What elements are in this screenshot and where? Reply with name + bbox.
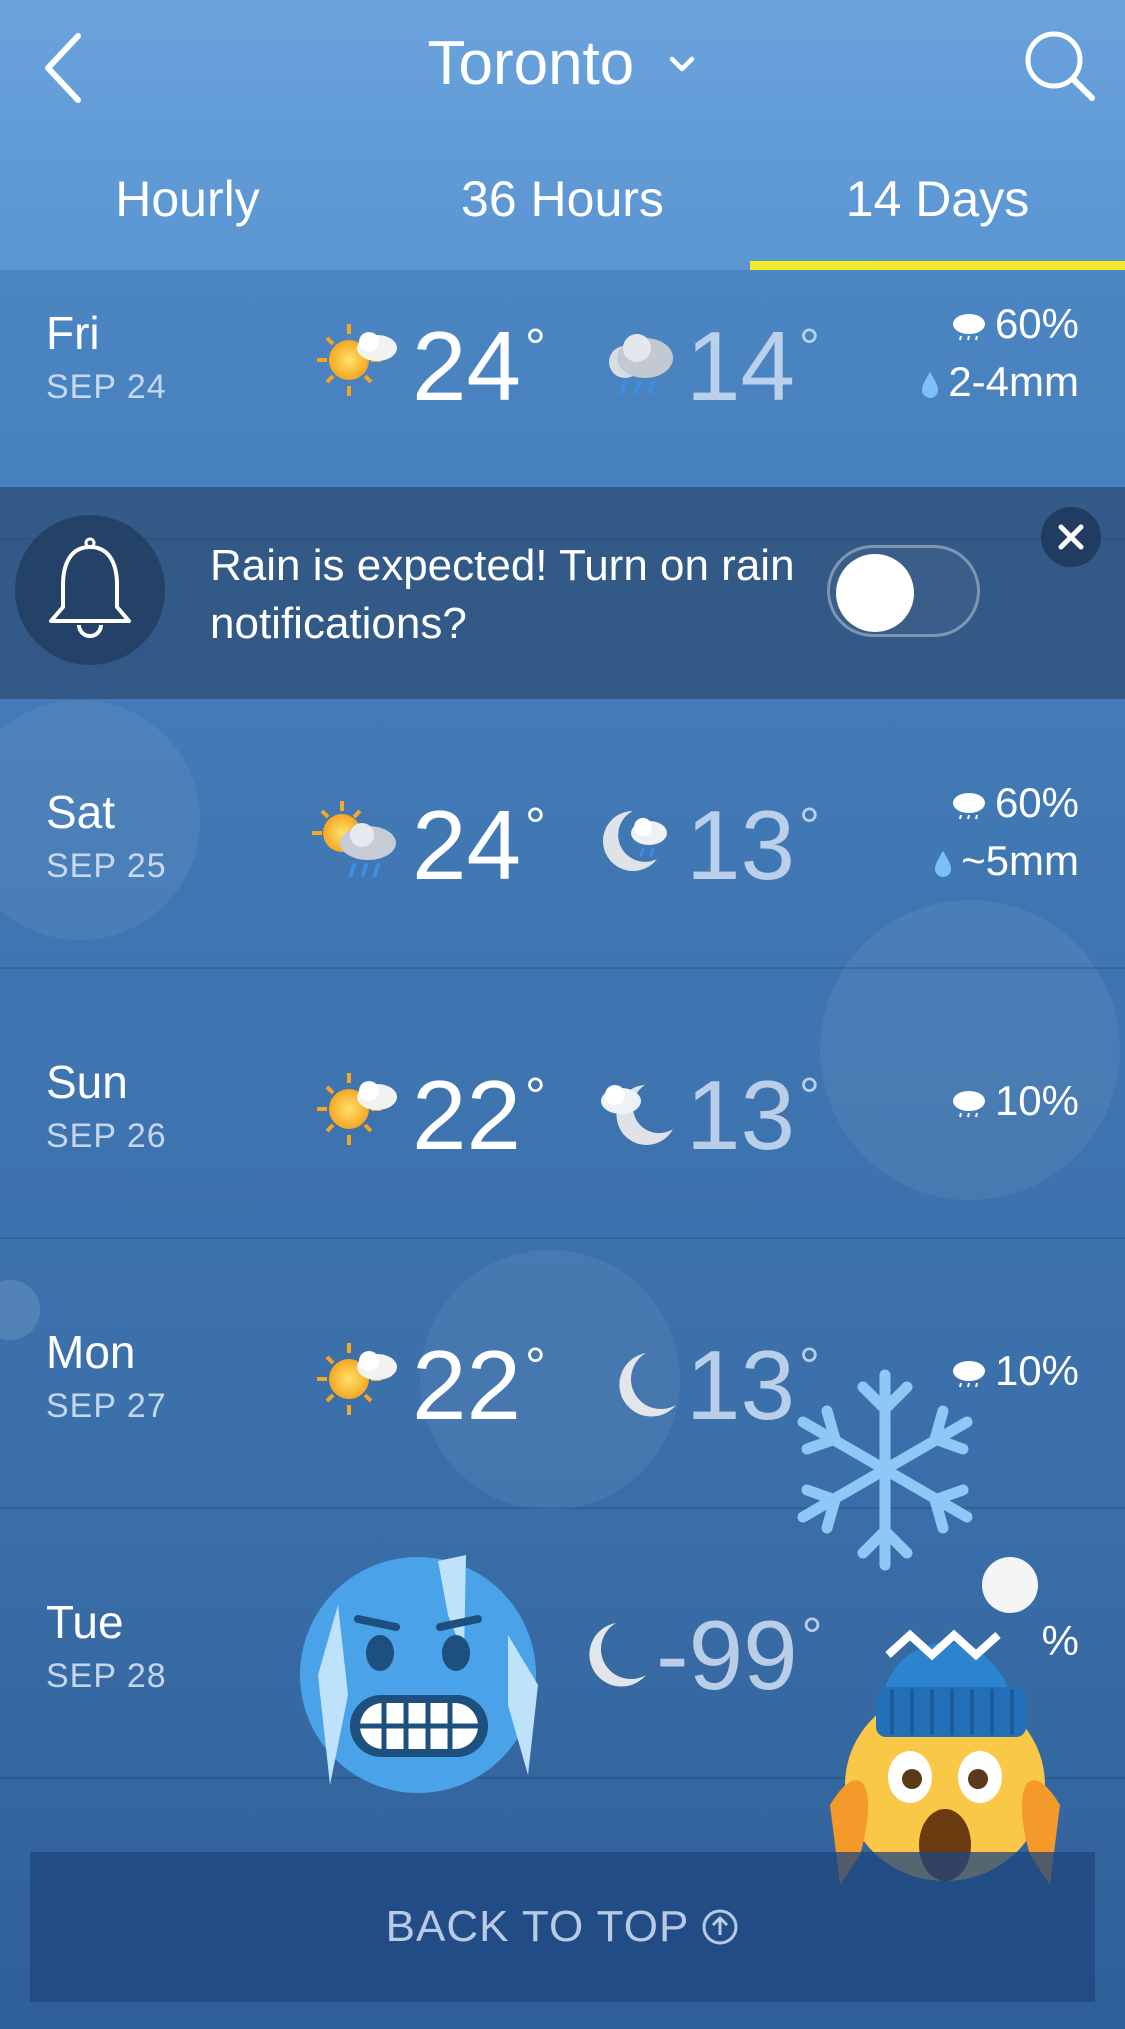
cold-face-emoji — [300, 1555, 538, 1793]
bell-icon — [49, 537, 131, 638]
arrow-up-circle-icon — [702, 1909, 738, 1945]
forecast-tabs: Hourly 36 Hours 14 Days — [0, 160, 1125, 270]
day-row-sat[interactable]: Sat SEP 25 24° 13° 60% ~5mm — [0, 699, 1125, 969]
search-icon — [1025, 31, 1095, 101]
raindrop-icon — [922, 371, 939, 398]
rain-notification-banner: Rain is expected! Turn on rain notificat… — [0, 487, 1125, 699]
high-temp: 24° — [412, 790, 546, 900]
close-icon — [1058, 524, 1084, 550]
rain-cloud-icon — [952, 1090, 985, 1118]
sun-cloud-rain-icon — [312, 801, 396, 877]
rain-notifications-toggle[interactable] — [827, 545, 980, 637]
day-date: SEP 25 — [46, 847, 167, 885]
search-button[interactable] — [1020, 26, 1100, 106]
day-date: SEP 28 — [46, 1657, 167, 1695]
low-temp: 13° — [686, 790, 820, 900]
precip-chance: 60% — [994, 300, 1079, 347]
tab-hourly[interactable]: Hourly — [0, 160, 375, 270]
toggle-knob — [836, 554, 914, 632]
top-bar: Toronto Hourly 36 Hours 14 Days — [0, 0, 1125, 270]
high-temp: 22° — [412, 1330, 546, 1440]
snowflake-icon — [797, 1369, 973, 1571]
day-name: Tue — [46, 1596, 124, 1648]
moon-cloud-icon — [601, 1085, 673, 1145]
back-to-top-button[interactable]: BACK TO TOP — [30, 1852, 1095, 2002]
low-temp: -99° — [656, 1600, 823, 1710]
precip-chance: 60% — [994, 779, 1079, 826]
banner-message: Rain is expected! Turn on rain notificat… — [210, 541, 795, 648]
rain-cloud-icon — [952, 313, 985, 341]
tab-14-days[interactable]: 14 Days — [750, 160, 1125, 270]
day-date: SEP 24 — [46, 368, 167, 406]
tab-36-hours[interactable]: 36 Hours — [375, 160, 750, 270]
precip-chance: 10% — [994, 1077, 1079, 1124]
bell-icon-badge — [15, 515, 165, 665]
precip-amount: 2-4mm — [948, 358, 1079, 405]
moon-icon — [619, 1353, 676, 1417]
high-temp: 24° — [412, 311, 546, 421]
high-temp: 22° — [412, 1060, 546, 1170]
precip-chance: 10% — [994, 1347, 1079, 1394]
day-name: Fri — [46, 307, 100, 359]
moon-icon — [589, 1623, 646, 1687]
close-banner-button[interactable] — [1041, 507, 1101, 567]
city-name: Toronto — [427, 29, 635, 99]
day-name: Mon — [46, 1326, 136, 1378]
screaming-face-with-hat-emoji — [830, 1557, 1060, 1885]
raindrop-icon — [935, 850, 952, 877]
back-to-top-label: BACK TO TOP — [385, 1902, 690, 1951]
day-row-sun[interactable]: Sun SEP 26 22° 13° 10% — [0, 969, 1125, 1239]
day-name: Sun — [46, 1056, 128, 1108]
moon-cloud-rain-icon — [603, 811, 667, 871]
low-temp: 13° — [686, 1060, 820, 1170]
day-date: SEP 27 — [46, 1387, 167, 1425]
city-selector[interactable]: Toronto — [0, 24, 1125, 99]
low-temp: 14° — [686, 311, 820, 421]
day-name: Sat — [46, 786, 116, 838]
precip-info: 60% ~5mm — [933, 779, 1079, 895]
sun-cloud-icon — [317, 1073, 397, 1145]
cloud-rain-icon — [609, 334, 673, 394]
rain-cloud-icon — [952, 792, 985, 820]
precip-info: 10% — [951, 1077, 1079, 1135]
day-date: SEP 26 — [46, 1117, 167, 1155]
precip-info: 60% 2-4mm — [920, 300, 1079, 416]
chevron-down-icon — [669, 56, 694, 71]
sun-cloud-icon — [317, 324, 397, 396]
sun-cloud-icon — [317, 1343, 397, 1415]
precip-amount: ~5mm — [961, 837, 1079, 884]
